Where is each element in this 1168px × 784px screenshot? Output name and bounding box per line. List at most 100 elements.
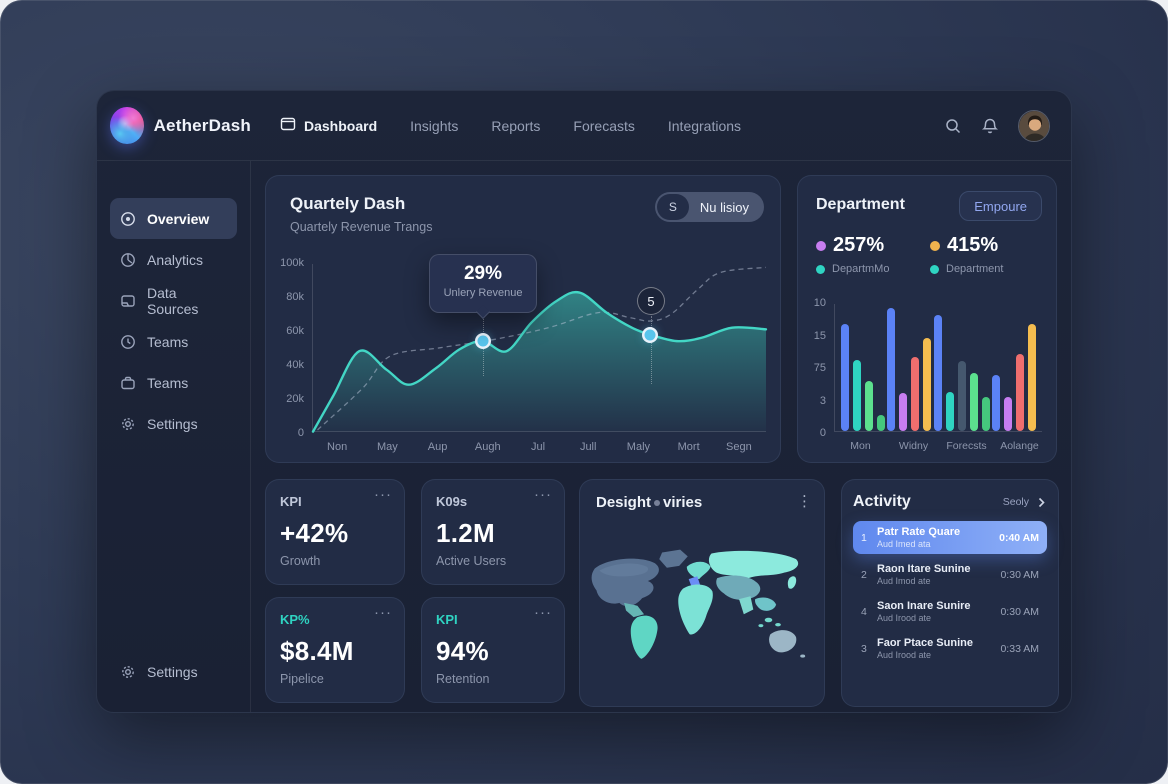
stat-value: 415% bbox=[947, 234, 998, 257]
activity-row[interactable]: 1 Patr Rate Quare Aud Imed ata 0:40 AM bbox=[853, 521, 1047, 554]
bar[interactable] bbox=[1028, 324, 1036, 431]
y-tick-label: 3 bbox=[820, 395, 826, 407]
department-stat: 415% Department bbox=[930, 234, 1044, 275]
bar[interactable] bbox=[946, 392, 954, 431]
activity-row[interactable]: 2 Raon Itare Sunine Aud Imod ate 0:30 AM bbox=[853, 558, 1047, 591]
sidebar-item-settings[interactable]: Settings bbox=[110, 403, 237, 444]
department-x-axis: MonWidnyForecstsAolange bbox=[834, 440, 1046, 452]
sidebar-item-overview[interactable]: Overview bbox=[110, 198, 237, 239]
chart-data-point[interactable] bbox=[645, 329, 656, 340]
sidebar-label: Data Sources bbox=[147, 285, 227, 317]
activity-item-title: Raon Itare Sunine bbox=[877, 563, 993, 575]
bar[interactable] bbox=[970, 373, 978, 431]
revenue-chart-svg bbox=[313, 264, 766, 432]
empoure-button[interactable]: Empoure bbox=[959, 191, 1042, 221]
y-tick-label: 0 bbox=[298, 427, 304, 439]
x-tick-label: Mort bbox=[664, 441, 714, 453]
bar[interactable] bbox=[992, 375, 1000, 431]
bell-icon[interactable] bbox=[981, 117, 999, 135]
activity-item-sub: Aud Imod ate bbox=[877, 576, 993, 586]
bar[interactable] bbox=[887, 308, 895, 431]
data-point-badge[interactable]: 5 bbox=[637, 287, 665, 315]
kpi-menu-ellipsis-icon[interactable]: ··· bbox=[374, 486, 392, 503]
activity-item-sub: Aud Irood ate bbox=[877, 613, 993, 623]
nav-item-reports[interactable]: Reports bbox=[491, 118, 540, 134]
y-tick-label: 10 bbox=[814, 297, 826, 309]
sidebar-item-teams-2[interactable]: Teams bbox=[110, 362, 237, 403]
bar[interactable] bbox=[923, 338, 931, 431]
bar[interactable] bbox=[877, 415, 885, 432]
search-icon[interactable] bbox=[944, 117, 962, 135]
main-nav: Dashboard Insights Reports Forecasts Int… bbox=[280, 116, 741, 135]
sidebar-item-settings-bottom[interactable]: Settings bbox=[110, 651, 237, 692]
bar[interactable] bbox=[982, 397, 990, 431]
bar[interactable] bbox=[911, 357, 919, 431]
sidebar: Overview Analytics Data Sources Teams Te… bbox=[97, 161, 251, 712]
x-tick-label: Aup bbox=[412, 441, 462, 453]
bar[interactable] bbox=[853, 360, 861, 431]
gear-icon bbox=[120, 664, 136, 680]
bar[interactable] bbox=[899, 393, 907, 431]
gear-icon bbox=[120, 416, 136, 432]
nav-item-forecasts[interactable]: Forecasts bbox=[573, 118, 634, 134]
bar[interactable] bbox=[865, 381, 873, 431]
kpi-label: KPI bbox=[436, 612, 550, 627]
kpi-menu-ellipsis-icon[interactable]: ··· bbox=[534, 604, 552, 621]
kpi-label: K09s bbox=[436, 494, 550, 509]
bar[interactable] bbox=[1004, 397, 1012, 431]
sidebar-item-analytics[interactable]: Analytics bbox=[110, 239, 237, 280]
toggle-option-label[interactable]: Nu lisioy bbox=[689, 200, 762, 215]
sidebar-label: Analytics bbox=[147, 252, 203, 268]
sidebar-item-data-sources[interactable]: Data Sources bbox=[110, 280, 237, 321]
topbar-actions bbox=[944, 110, 1050, 142]
revenue-chart-card: Quartely Dash Quartely Revenue Trangs S … bbox=[265, 175, 781, 463]
revenue-card-title: Quartely Dash bbox=[290, 194, 405, 214]
activity-item-title: Faor Ptace Sunine bbox=[877, 637, 993, 649]
y-tick-label: 80k bbox=[286, 291, 304, 303]
kpi-sublabel: Pipelice bbox=[280, 672, 390, 686]
topbar: AetherDash Dashboard Insights Reports Fo… bbox=[97, 91, 1071, 161]
activity-link[interactable]: Seoly bbox=[1003, 496, 1029, 508]
title-dot-icon bbox=[654, 500, 660, 506]
chart-tooltip: 29% Unlery Revenue bbox=[429, 254, 537, 313]
bar[interactable] bbox=[841, 324, 849, 431]
nav-item-integrations[interactable]: Integrations bbox=[668, 118, 741, 134]
chart-mode-toggle[interactable]: S Nu lisioy bbox=[655, 192, 764, 222]
nav-label: Dashboard bbox=[304, 118, 377, 134]
department-bar-plot bbox=[834, 304, 1042, 432]
activity-row[interactable]: 4 Saon Inare Sunire Aud Irood ate 0:30 A… bbox=[853, 595, 1047, 628]
dashboard-icon bbox=[280, 116, 296, 135]
x-tick-label: Non bbox=[312, 441, 362, 453]
activity-num: 2 bbox=[861, 569, 870, 581]
x-tick-label: Forecsts bbox=[940, 440, 993, 452]
sidebar-label: Settings bbox=[147, 664, 198, 680]
kpi-menu-ellipsis-icon[interactable]: ··· bbox=[374, 604, 392, 621]
x-tick-label: Segn bbox=[714, 441, 764, 453]
chevron-right-icon[interactable] bbox=[1036, 497, 1047, 508]
kpi-menu-ellipsis-icon[interactable]: ··· bbox=[534, 486, 552, 503]
x-tick-label: Mon bbox=[834, 440, 887, 452]
kpi-sublabel: Growth bbox=[280, 554, 390, 568]
nav-item-insights[interactable]: Insights bbox=[410, 118, 458, 134]
overview-icon bbox=[120, 211, 136, 227]
kpi-sublabel: Active Users bbox=[436, 554, 550, 568]
chart-data-point[interactable] bbox=[477, 336, 488, 347]
user-avatar[interactable] bbox=[1018, 110, 1050, 142]
stat-dot-purple bbox=[816, 241, 826, 251]
screen: AetherDash Dashboard Insights Reports Fo… bbox=[0, 0, 1168, 784]
x-tick-label: Aolange bbox=[993, 440, 1046, 452]
analytics-icon bbox=[120, 252, 136, 268]
bar[interactable] bbox=[958, 361, 966, 431]
x-tick-label: Widny bbox=[887, 440, 940, 452]
y-tick-label: 75 bbox=[814, 362, 826, 374]
kebab-menu-icon[interactable]: ⋮ bbox=[797, 492, 812, 510]
sidebar-item-teams[interactable]: Teams bbox=[110, 321, 237, 362]
kpi-card-growth: KPI ··· +42% Growth bbox=[265, 479, 405, 585]
app-name: AetherDash bbox=[154, 116, 251, 136]
toggle-option-s[interactable]: S bbox=[657, 194, 689, 220]
nav-item-dashboard[interactable]: Dashboard bbox=[280, 116, 377, 135]
activity-row[interactable]: 3 Faor Ptace Sunine Aud Irood ate 0:33 A… bbox=[853, 632, 1047, 665]
bar[interactable] bbox=[934, 315, 942, 431]
bar[interactable] bbox=[1016, 354, 1024, 431]
nav-label: Integrations bbox=[668, 118, 741, 134]
